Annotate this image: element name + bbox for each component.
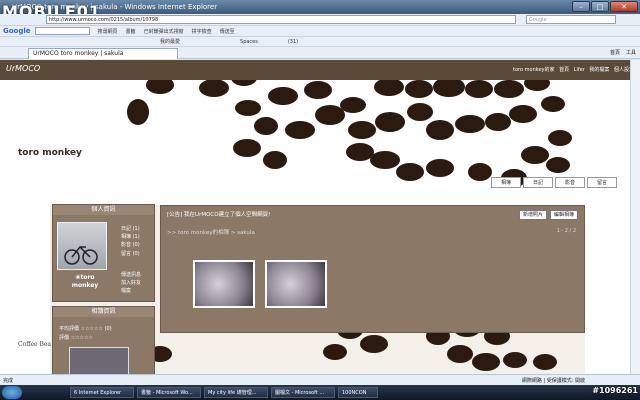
top-nav: toro monkey的家 首頁 Lifer 我的檔案 個人設定 bbox=[510, 66, 634, 73]
taskbar-item-word-2[interactable]: 圖檔文 - Microsoft ... bbox=[271, 387, 335, 398]
album-buttons: 新增照片 編輯相簿 bbox=[518, 210, 578, 220]
add-photo-button[interactable]: 新增照片 bbox=[518, 210, 547, 220]
tab-guestbook[interactable]: 留言 bbox=[587, 177, 617, 188]
urmoco-logo[interactable]: UrMOCO bbox=[6, 64, 40, 73]
profile-name[interactable]: ❀toro monkey bbox=[65, 274, 105, 290]
avatar[interactable] bbox=[57, 222, 107, 270]
rating-stars[interactable]: 評價 ☆☆☆☆☆ bbox=[59, 334, 112, 343]
profile-links: 日記 (1) 相簿 (1) 影音 (0) 留言 (0) bbox=[121, 225, 140, 258]
profile-link-album[interactable]: 相簿 (1) bbox=[121, 233, 140, 241]
tab-bar: UrMOCO toro monkey | sakula 首頁 工具 bbox=[0, 47, 640, 59]
start-button[interactable] bbox=[2, 386, 22, 399]
announcement-link[interactable]: [公告] 我在UrMOCO建立了個人空間網頁! bbox=[167, 210, 270, 218]
album-cover-thumbnail[interactable] bbox=[69, 347, 129, 374]
spellcheck-button[interactable]: 拼字檢查 bbox=[192, 28, 212, 35]
top-nav-my-files[interactable]: 我的檔案 bbox=[589, 67, 609, 73]
site-nav-tabs: 相簿 日記 影音 留言 bbox=[491, 177, 617, 188]
popup-blocked-button[interactable]: 已封鎖彈出式視窗 bbox=[144, 28, 184, 35]
maximize-button[interactable]: □ bbox=[591, 1, 609, 12]
album-info-header: 相簿資訊 bbox=[53, 307, 154, 317]
average-rating: 平均評價 ☆☆☆☆☆ (0) bbox=[59, 326, 112, 332]
tab-urmoco[interactable]: UrMOCO toro monkey | sakula bbox=[28, 48, 178, 59]
tab-tools: 首頁 工具 bbox=[610, 49, 636, 56]
search-input[interactable]: Google bbox=[526, 15, 616, 24]
rating-rows: 平均評價 ☆☆☆☆☆ (0) 評價 ☆☆☆☆☆ bbox=[59, 325, 112, 343]
profile-link-diary[interactable]: 日記 (1) bbox=[121, 225, 140, 233]
edit-album-button[interactable]: 編輯相簿 bbox=[549, 210, 578, 220]
files-link[interactable]: 檔案 bbox=[121, 287, 141, 295]
taskbar-item-folder[interactable]: 100NCON bbox=[338, 387, 378, 398]
close-button[interactable]: ✕ bbox=[610, 1, 638, 12]
send-to-button[interactable]: 傳送至 bbox=[220, 28, 235, 35]
profile-link-messages[interactable]: 留言 (0) bbox=[121, 250, 140, 258]
top-nav-home[interactable]: 首頁 bbox=[559, 67, 569, 73]
tools-button[interactable]: 工具 bbox=[626, 49, 636, 56]
favorites-button[interactable]: 我的最愛 bbox=[160, 38, 180, 45]
status-bar: 完成 網際網路 | 受保護模式: 開啟 bbox=[0, 374, 640, 385]
album-panel: [公告] 我在UrMOCO建立了個人空間網頁! 新增照片 編輯相簿 >> tor… bbox=[160, 205, 585, 333]
taskbar: 6 Internet Explorer 書籤 - Microsoft Wo...… bbox=[0, 385, 640, 400]
url-field[interactable]: http://www.urmoco.com/0215/album/10798 bbox=[46, 15, 516, 24]
google-search-input[interactable] bbox=[34, 27, 90, 35]
watermark-id: #1096261 bbox=[592, 386, 638, 395]
profile-panel: 個人資訊 ❀toro monkey 日記 (1) 相簿 (1) 影音 (0) 留… bbox=[52, 204, 155, 302]
minimize-button[interactable]: – bbox=[572, 1, 590, 12]
taskbar-item-ie[interactable]: 6 Internet Explorer bbox=[70, 387, 134, 398]
photo-thumbnail[interactable] bbox=[265, 260, 327, 308]
tab-diary[interactable]: 日記 bbox=[523, 177, 553, 188]
mail-count-button[interactable]: (31) bbox=[288, 39, 298, 45]
album-info-panel: 相簿資訊 平均評價 ☆☆☆☆☆ (0) 評價 ☆☆☆☆☆ bbox=[52, 306, 155, 374]
photo-grid bbox=[193, 260, 327, 308]
page-viewport: UrMOCO toro monkey的家 首頁 Lifer 我的檔案 個人設定 … bbox=[0, 60, 640, 374]
add-friend-link[interactable]: 加入好友 bbox=[121, 279, 141, 287]
google-toolbar: Google 搜尋網頁 書籤 已封鎖彈出式視窗 拼字檢查 傳送至 bbox=[0, 26, 640, 37]
address-bar: http://www.urmoco.com/0215/album/10798 G… bbox=[0, 14, 640, 26]
security-zone[interactable]: 網際網路 | 受保護模式: 開啟 bbox=[522, 377, 585, 384]
top-nav-lifer[interactable]: Lifer bbox=[574, 67, 585, 73]
coffee-beans-label: Coffee Bea bbox=[18, 341, 52, 348]
top-nav-home-owner[interactable]: toro monkey的家 bbox=[513, 67, 554, 73]
taskbar-item-city-life[interactable]: My city life 總管理... bbox=[204, 387, 268, 398]
spaces-button[interactable]: Spaces bbox=[240, 39, 258, 45]
bookmarks-button[interactable]: 書籤 bbox=[126, 28, 136, 35]
profile-panel-header: 個人資訊 bbox=[53, 205, 154, 215]
profile-actions: 傳送訊息 加入好友 檔案 bbox=[121, 271, 141, 295]
home-button[interactable]: 首頁 bbox=[610, 49, 620, 56]
taskbar-item-word[interactable]: 書籤 - Microsoft Wo... bbox=[137, 387, 201, 398]
tab-media[interactable]: 影音 bbox=[555, 177, 585, 188]
google-search-web-button[interactable]: 搜尋網頁 bbox=[98, 28, 118, 35]
site-title: toro monkey bbox=[18, 148, 82, 158]
photo-thumbnail[interactable] bbox=[193, 260, 255, 308]
breadcrumb[interactable]: >> toro monkey的相簿 > sakula bbox=[167, 228, 255, 236]
vertical-scrollbar[interactable] bbox=[630, 60, 640, 374]
status-text: 完成 bbox=[3, 377, 14, 384]
send-message-link[interactable]: 傳送訊息 bbox=[121, 271, 141, 279]
pager: 1 - 2 / 2 bbox=[556, 228, 576, 234]
profile-link-media[interactable]: 影音 (0) bbox=[121, 241, 140, 249]
tab-album[interactable]: 相簿 bbox=[491, 177, 521, 188]
site-header-strip: UrMOCO toro monkey的家 首頁 Lifer 我的檔案 個人設定 bbox=[0, 60, 640, 80]
window-controls: – □ ✕ bbox=[572, 1, 638, 12]
google-logo: Google bbox=[3, 27, 31, 35]
links-bar: 我的最愛 Spaces (31) bbox=[0, 37, 640, 47]
title-bar: UrMOCO toro monkey | sakula - Windows In… bbox=[0, 0, 640, 21]
